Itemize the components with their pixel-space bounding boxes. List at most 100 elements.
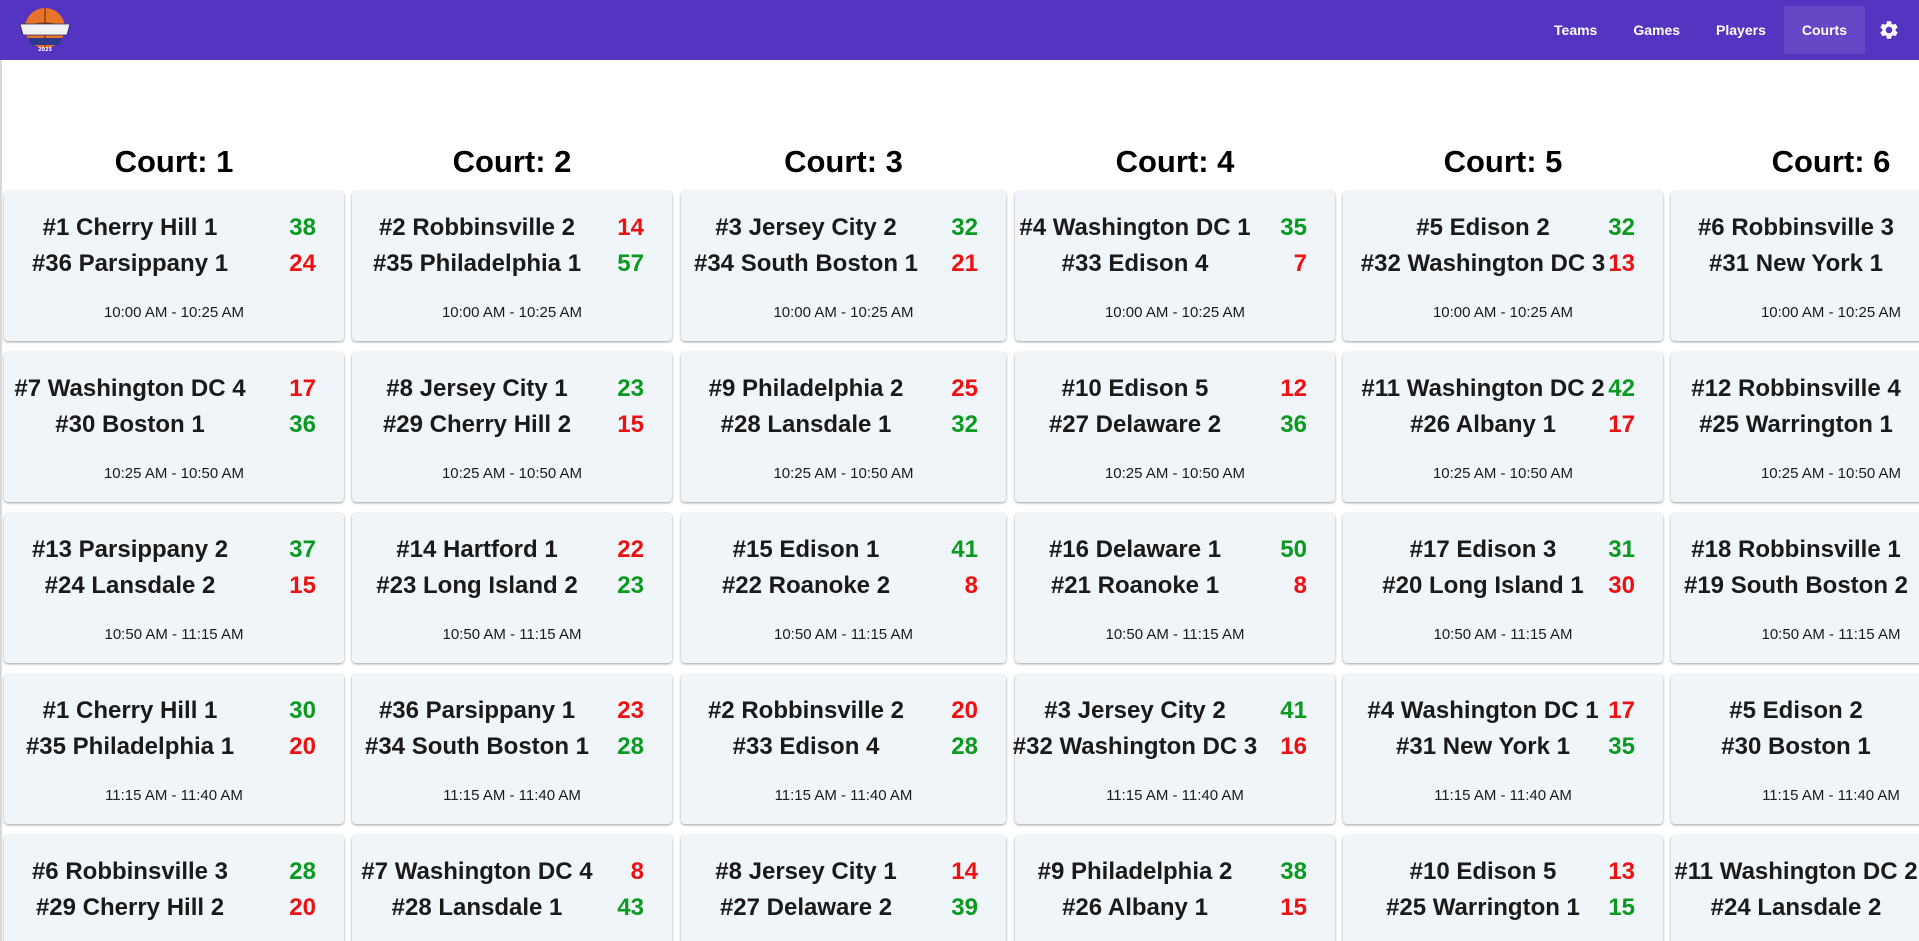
- game-card[interactable]: #11 Washington DC 2 #24 Lansdale 2: [1671, 835, 1919, 941]
- team-name[interactable]: #32 Washington DC 3: [1361, 250, 1605, 278]
- game-card[interactable]: #5 Edison 2 32 #32 Washington DC 3 13 10:00 …: [1343, 191, 1663, 341]
- team-name[interactable]: #33 Edison 4: [1062, 250, 1209, 278]
- nav-games[interactable]: Games: [1615, 6, 1698, 54]
- game-card[interactable]: #6 Robbinsville 3 28 #29 Cherry Hill 2 20: [4, 835, 344, 941]
- team-name[interactable]: #3 Jersey City 2: [715, 214, 896, 242]
- team-name[interactable]: #21 Roanoke 1: [1051, 572, 1219, 600]
- game-card[interactable]: #16 Delaware 1 50 #21 Roanoke 1 8 10:50 AM -…: [1015, 513, 1335, 663]
- team-name[interactable]: #35 Philadelphia 1: [373, 250, 581, 278]
- team-name[interactable]: #36 Parsippany 1: [32, 250, 228, 278]
- team-name[interactable]: #14 Hartford 1: [396, 536, 557, 564]
- game-card[interactable]: #3 Jersey City 2 32 #34 South Boston 1 21 10…: [681, 191, 1006, 341]
- game-card[interactable]: #18 Robbinsville 1 #19 South Boston 2 10:5…: [1671, 513, 1919, 663]
- team-name[interactable]: #6 Robbinsville 3: [32, 858, 228, 886]
- game-card[interactable]: #15 Edison 1 41 #22 Roanoke 2 8 10:50 AM - 1…: [681, 513, 1006, 663]
- team-name[interactable]: #3 Jersey City 2: [1044, 697, 1225, 725]
- team-name[interactable]: #11 Washington DC 2: [1361, 375, 1604, 403]
- game-card[interactable]: #7 Washington DC 4 8 #28 Lansdale 1 43: [352, 835, 672, 941]
- game-card[interactable]: #8 Jersey City 1 14 #27 Delaware 2 39: [681, 835, 1006, 941]
- team-name[interactable]: #28 Lansdale 1: [392, 894, 563, 922]
- game-card[interactable]: #2 Robbinsville 2 14 #35 Philadelphia 1 57 1…: [352, 191, 672, 341]
- game-card[interactable]: #2 Robbinsville 2 20 #33 Edison 4 28 11:15 A…: [681, 674, 1006, 824]
- team-name[interactable]: #31 New York 1: [1396, 733, 1570, 761]
- nav-players[interactable]: Players: [1698, 6, 1784, 54]
- team-name[interactable]: #7 Washington DC 4: [14, 375, 245, 403]
- team-name[interactable]: #28 Lansdale 1: [721, 411, 892, 439]
- team-name[interactable]: #18 Robbinsville 1: [1691, 536, 1900, 564]
- game-card[interactable]: #13 Parsippany 2 37 #24 Lansdale 2 15 10:50 …: [4, 513, 344, 663]
- game-card[interactable]: #17 Edison 3 31 #20 Long Island 1 30 10:50 A…: [1343, 513, 1663, 663]
- game-card[interactable]: #7 Washington DC 4 17 #30 Boston 1 36 10:25 …: [4, 352, 344, 502]
- game-card[interactable]: #11 Washington DC 2 42 #26 Albany 1 17 10:25…: [1343, 352, 1663, 502]
- game-card[interactable]: #12 Robbinsville 4 #25 Warrington 1 10:25 …: [1671, 352, 1919, 502]
- team-name[interactable]: #36 Parsippany 1: [379, 697, 575, 725]
- team-name[interactable]: #12 Robbinsville 4: [1691, 375, 1900, 403]
- game-card[interactable]: #10 Edison 5 13 #25 Warrington 1 15: [1343, 835, 1663, 941]
- team-name[interactable]: #7 Washington DC 4: [361, 858, 592, 886]
- team-name[interactable]: #24 Lansdale 2: [45, 572, 216, 600]
- team-name[interactable]: #10 Edison 5: [1062, 375, 1209, 403]
- yogi-cup-logo[interactable]: 2025: [16, 4, 74, 56]
- team-name[interactable]: #9 Philadelphia 2: [709, 375, 904, 403]
- game-time: 10:50 AM - 11:15 AM: [1433, 626, 1573, 643]
- team-name[interactable]: #25 Warrington 1: [1386, 894, 1580, 922]
- game-card[interactable]: #9 Philadelphia 2 38 #26 Albany 1 15: [1015, 835, 1335, 941]
- team-name[interactable]: #11 Washington DC 2: [1674, 858, 1917, 886]
- game-card[interactable]: #14 Hartford 1 22 #23 Long Island 2 23 10:50…: [352, 513, 672, 663]
- game-card[interactable]: #5 Edison 2 #30 Boston 1 11:15 AM - 11:40 …: [1671, 674, 1919, 824]
- team-name[interactable]: #24 Lansdale 2: [1711, 894, 1882, 922]
- team-name[interactable]: #9 Philadelphia 2: [1038, 858, 1233, 886]
- team-name[interactable]: #34 South Boston 1: [694, 250, 918, 278]
- game-card[interactable]: #36 Parsippany 1 23 #34 South Boston 1 28 11…: [352, 674, 672, 824]
- game-card[interactable]: #10 Edison 5 12 #27 Delaware 2 36 10:25 AM -…: [1015, 352, 1335, 502]
- team-name[interactable]: #26 Albany 1: [1410, 411, 1556, 439]
- nav-teams[interactable]: Teams: [1536, 6, 1615, 54]
- team-name[interactable]: #30 Boston 1: [1721, 733, 1870, 761]
- game-time: 10:00 AM - 10:25 AM: [103, 304, 245, 321]
- team-name[interactable]: #27 Delaware 2: [720, 894, 892, 922]
- team-name[interactable]: #25 Warrington 1: [1699, 411, 1893, 439]
- game-card[interactable]: #4 Washington DC 1 17 #31 New York 1 35 11:1…: [1343, 674, 1663, 824]
- team-name[interactable]: #30 Boston 1: [55, 411, 204, 439]
- team-name[interactable]: #4 Washington DC 1: [1367, 697, 1598, 725]
- team-name[interactable]: #16 Delaware 1: [1049, 536, 1221, 564]
- team-name[interactable]: #6 Robbinsville 3: [1698, 214, 1894, 242]
- team-name[interactable]: #1 Cherry Hill 1: [43, 697, 218, 725]
- game-card[interactable]: #9 Philadelphia 2 25 #28 Lansdale 1 32 10:25…: [681, 352, 1006, 502]
- team-name[interactable]: #33 Edison 4: [733, 733, 880, 761]
- game-card[interactable]: #1 Cherry Hill 1 30 #35 Philadelphia 1 20 11…: [4, 674, 344, 824]
- game-card[interactable]: #8 Jersey City 1 23 #29 Cherry Hill 2 15 10:…: [352, 352, 672, 502]
- team-name[interactable]: #29 Cherry Hill 2: [36, 894, 224, 922]
- team-name[interactable]: #29 Cherry Hill 2: [383, 411, 571, 439]
- team-name[interactable]: #31 New York 1: [1709, 250, 1883, 278]
- team-name[interactable]: #8 Jersey City 1: [386, 375, 567, 403]
- game-card[interactable]: #1 Cherry Hill 1 38 #36 Parsippany 1 24 10:0…: [4, 191, 344, 341]
- team-name[interactable]: #2 Robbinsville 2: [379, 214, 575, 242]
- team-name[interactable]: #2 Robbinsville 2: [708, 697, 904, 725]
- team-name[interactable]: #15 Edison 1: [733, 536, 880, 564]
- team-name[interactable]: #22 Roanoke 2: [722, 572, 890, 600]
- team-name[interactable]: #34 South Boston 1: [365, 733, 589, 761]
- team-name[interactable]: #27 Delaware 2: [1049, 411, 1221, 439]
- team-name[interactable]: #26 Albany 1: [1062, 894, 1208, 922]
- game-card[interactable]: #3 Jersey City 2 41 #32 Washington DC 3 16 1…: [1013, 674, 1335, 824]
- team-name[interactable]: #32 Washington DC 3: [1013, 733, 1257, 761]
- team-name[interactable]: #4 Washington DC 1: [1019, 214, 1250, 242]
- team-name[interactable]: #1 Cherry Hill 1: [43, 214, 218, 242]
- team-name[interactable]: #19 South Boston 2: [1684, 572, 1908, 600]
- team-name[interactable]: #17 Edison 3: [1410, 536, 1557, 564]
- team-name[interactable]: #13 Parsippany 2: [32, 536, 228, 564]
- settings-button[interactable]: [1865, 6, 1913, 54]
- game-card[interactable]: #4 Washington DC 1 35 #33 Edison 4 7 10:00 A…: [1015, 191, 1335, 341]
- team-name[interactable]: #20 Long Island 1: [1382, 572, 1583, 600]
- team-name[interactable]: #5 Edison 2: [1416, 214, 1549, 242]
- team-name[interactable]: #5 Edison 2: [1729, 697, 1862, 725]
- game-time: 11:15 AM - 11:40 AM: [1106, 787, 1244, 804]
- nav-courts[interactable]: Courts: [1783, 6, 1865, 54]
- team-score: 28: [617, 733, 644, 760]
- team-name[interactable]: #23 Long Island 2: [376, 572, 577, 600]
- team-name[interactable]: #10 Edison 5: [1410, 858, 1557, 886]
- team-name[interactable]: #35 Philadelphia 1: [26, 733, 234, 761]
- team-name[interactable]: #8 Jersey City 1: [715, 858, 896, 886]
- game-card[interactable]: #6 Robbinsville 3 #31 New York 1 10:00 AM …: [1671, 191, 1919, 341]
